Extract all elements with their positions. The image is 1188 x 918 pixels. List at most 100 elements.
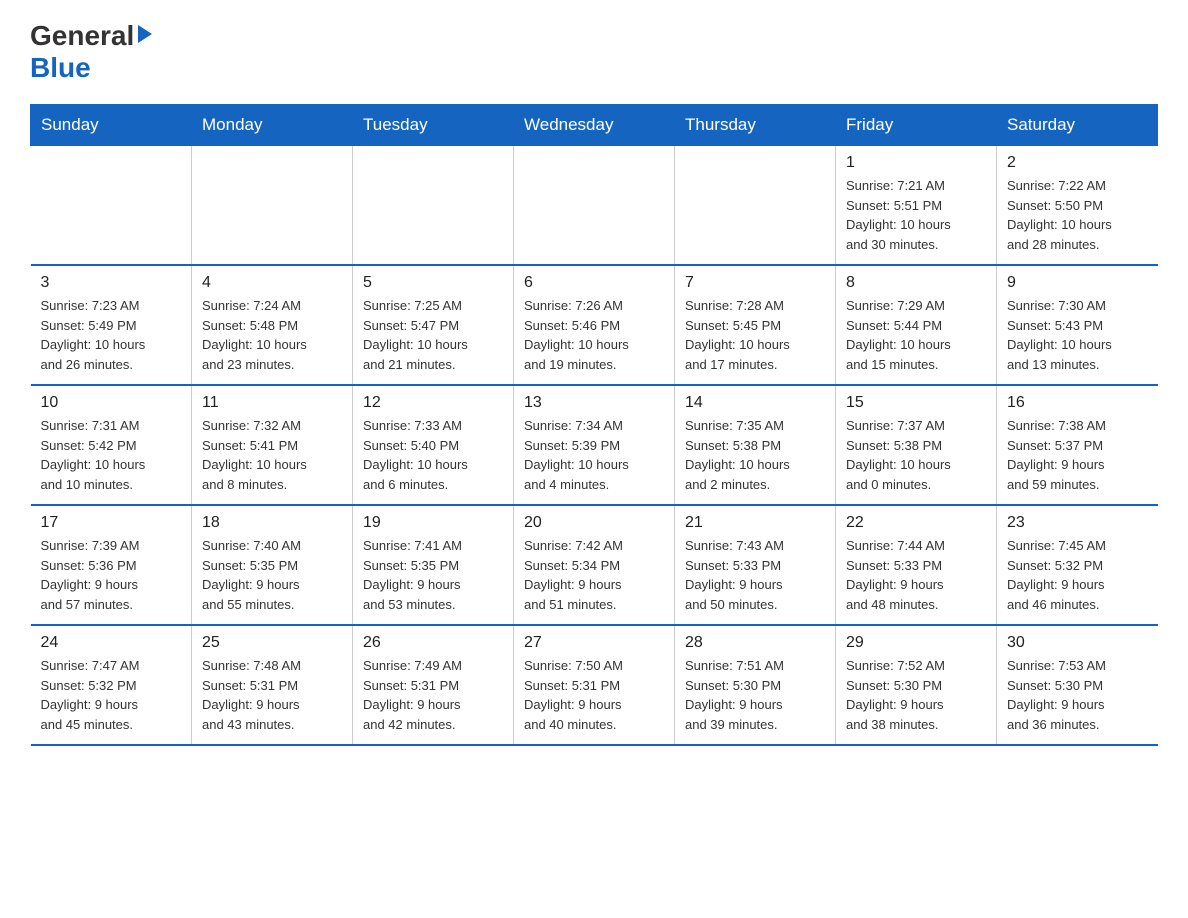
day-info: Sunrise: 7:51 AM Sunset: 5:30 PM Dayligh…	[685, 656, 825, 734]
day-info: Sunrise: 7:21 AM Sunset: 5:51 PM Dayligh…	[846, 176, 986, 254]
day-number: 22	[846, 514, 986, 532]
calendar-week-4: 17 Sunrise: 7:39 AM Sunset: 5:36 PM Dayli…	[31, 505, 1158, 625]
day-info: Sunrise: 7:22 AM Sunset: 5:50 PM Dayligh…	[1007, 176, 1148, 254]
calendar-day: 18 Sunrise: 7:40 AM Sunset: 5:35 PM Dayli…	[192, 505, 353, 625]
calendar-day: 4 Sunrise: 7:24 AM Sunset: 5:48 PM Daylig…	[192, 265, 353, 385]
calendar-day: 12 Sunrise: 7:33 AM Sunset: 5:40 PM Dayli…	[353, 385, 514, 505]
day-number: 11	[202, 394, 342, 412]
day-info: Sunrise: 7:24 AM Sunset: 5:48 PM Dayligh…	[202, 296, 342, 374]
day-number: 13	[524, 394, 664, 412]
calendar-day: 11Sunrise: 7:32 AM Sunset: 5:41 PM Dayli…	[192, 385, 353, 505]
day-number: 4	[202, 274, 342, 292]
calendar-day: 16 Sunrise: 7:38 AM Sunset: 5:37 PM Dayli…	[997, 385, 1158, 505]
day-info: Sunrise: 7:40 AM Sunset: 5:35 PM Dayligh…	[202, 536, 342, 614]
day-number: 6	[524, 274, 664, 292]
day-number: 23	[1007, 514, 1148, 532]
day-number: 19	[363, 514, 503, 532]
calendar-day: 15 Sunrise: 7:37 AM Sunset: 5:38 PM Dayli…	[836, 385, 997, 505]
calendar-week-1: 1 Sunrise: 7:21 AM Sunset: 5:51 PM Daylig…	[31, 146, 1158, 266]
calendar-day: 24 Sunrise: 7:47 AM Sunset: 5:32 PM Dayli…	[31, 625, 192, 745]
day-number: 27	[524, 634, 664, 652]
day-info: Sunrise: 7:41 AM Sunset: 5:35 PM Dayligh…	[363, 536, 503, 614]
day-number: 28	[685, 634, 825, 652]
day-number: 16	[1007, 394, 1148, 412]
calendar-day: 26 Sunrise: 7:49 AM Sunset: 5:31 PM Dayli…	[353, 625, 514, 745]
day-number: 14	[685, 394, 825, 412]
day-number: 12	[363, 394, 503, 412]
calendar-day: 10 Sunrise: 7:31 AM Sunset: 5:42 PM Dayli…	[31, 385, 192, 505]
calendar-day: 2 Sunrise: 7:22 AM Sunset: 5:50 PM Daylig…	[997, 146, 1158, 266]
day-number: 20	[524, 514, 664, 532]
calendar-day	[353, 146, 514, 266]
weekday-header-thursday: Thursday	[675, 105, 836, 146]
calendar-day: 22Sunrise: 7:44 AM Sunset: 5:33 PM Dayli…	[836, 505, 997, 625]
weekday-header-tuesday: Tuesday	[353, 105, 514, 146]
day-info: Sunrise: 7:26 AM Sunset: 5:46 PM Dayligh…	[524, 296, 664, 374]
day-info: Sunrise: 7:35 AM Sunset: 5:38 PM Dayligh…	[685, 416, 825, 494]
day-info: Sunrise: 7:47 AM Sunset: 5:32 PM Dayligh…	[41, 656, 182, 734]
day-number: 10	[41, 394, 182, 412]
day-info: Sunrise: 7:43 AM Sunset: 5:33 PM Dayligh…	[685, 536, 825, 614]
day-info: Sunrise: 7:37 AM Sunset: 5:38 PM Dayligh…	[846, 416, 986, 494]
day-info: Sunrise: 7:31 AM Sunset: 5:42 PM Dayligh…	[41, 416, 182, 494]
day-info: Sunrise: 7:49 AM Sunset: 5:31 PM Dayligh…	[363, 656, 503, 734]
calendar-day: 8 Sunrise: 7:29 AM Sunset: 5:44 PM Daylig…	[836, 265, 997, 385]
logo: General Blue	[30, 20, 152, 84]
calendar-day	[675, 146, 836, 266]
calendar-day	[514, 146, 675, 266]
day-info: Sunrise: 7:39 AM Sunset: 5:36 PM Dayligh…	[41, 536, 182, 614]
calendar-day: 23 Sunrise: 7:45 AM Sunset: 5:32 PM Dayli…	[997, 505, 1158, 625]
weekday-header-wednesday: Wednesday	[514, 105, 675, 146]
day-number: 7	[685, 274, 825, 292]
calendar-day: 25 Sunrise: 7:48 AM Sunset: 5:31 PM Dayli…	[192, 625, 353, 745]
day-number: 18	[202, 514, 342, 532]
day-info: Sunrise: 7:34 AM Sunset: 5:39 PM Dayligh…	[524, 416, 664, 494]
day-number: 17	[41, 514, 182, 532]
calendar-day: 17 Sunrise: 7:39 AM Sunset: 5:36 PM Dayli…	[31, 505, 192, 625]
weekday-header-monday: Monday	[192, 105, 353, 146]
day-info: Sunrise: 7:48 AM Sunset: 5:31 PM Dayligh…	[202, 656, 342, 734]
day-number: 2	[1007, 154, 1148, 172]
day-number: 29	[846, 634, 986, 652]
day-number: 25	[202, 634, 342, 652]
calendar-week-2: 3 Sunrise: 7:23 AM Sunset: 5:49 PM Daylig…	[31, 265, 1158, 385]
calendar-day: 19 Sunrise: 7:41 AM Sunset: 5:35 PM Dayli…	[353, 505, 514, 625]
calendar-day: 5Sunrise: 7:25 AM Sunset: 5:47 PM Daylig…	[353, 265, 514, 385]
weekday-header-saturday: Saturday	[997, 105, 1158, 146]
day-info: Sunrise: 7:38 AM Sunset: 5:37 PM Dayligh…	[1007, 416, 1148, 494]
weekday-header-sunday: Sunday	[31, 105, 192, 146]
weekday-header-row: SundayMondayTuesdayWednesdayThursdayFrid…	[31, 105, 1158, 146]
day-info: Sunrise: 7:33 AM Sunset: 5:40 PM Dayligh…	[363, 416, 503, 494]
day-number: 9	[1007, 274, 1148, 292]
weekday-header-friday: Friday	[836, 105, 997, 146]
day-info: Sunrise: 7:53 AM Sunset: 5:30 PM Dayligh…	[1007, 656, 1148, 734]
day-info: Sunrise: 7:28 AM Sunset: 5:45 PM Dayligh…	[685, 296, 825, 374]
day-number: 21	[685, 514, 825, 532]
logo-general-text: General	[30, 20, 134, 52]
day-info: Sunrise: 7:23 AM Sunset: 5:49 PM Dayligh…	[41, 296, 182, 374]
day-number: 8	[846, 274, 986, 292]
calendar-day: 6 Sunrise: 7:26 AM Sunset: 5:46 PM Daylig…	[514, 265, 675, 385]
calendar-day: 7 Sunrise: 7:28 AM Sunset: 5:45 PM Daylig…	[675, 265, 836, 385]
calendar-day: 21 Sunrise: 7:43 AM Sunset: 5:33 PM Dayli…	[675, 505, 836, 625]
calendar-day: 1 Sunrise: 7:21 AM Sunset: 5:51 PM Daylig…	[836, 146, 997, 266]
day-number: 30	[1007, 634, 1148, 652]
calendar-week-3: 10 Sunrise: 7:31 AM Sunset: 5:42 PM Dayli…	[31, 385, 1158, 505]
calendar-week-5: 24 Sunrise: 7:47 AM Sunset: 5:32 PM Dayli…	[31, 625, 1158, 745]
calendar-day: 14 Sunrise: 7:35 AM Sunset: 5:38 PM Dayli…	[675, 385, 836, 505]
day-info: Sunrise: 7:30 AM Sunset: 5:43 PM Dayligh…	[1007, 296, 1148, 374]
page-header: General Blue	[30, 20, 1158, 84]
day-number: 15	[846, 394, 986, 412]
logo-triangle-icon	[138, 25, 152, 43]
day-number: 26	[363, 634, 503, 652]
day-info: Sunrise: 7:45 AM Sunset: 5:32 PM Dayligh…	[1007, 536, 1148, 614]
calendar-day: 9 Sunrise: 7:30 AM Sunset: 5:43 PM Daylig…	[997, 265, 1158, 385]
day-number: 24	[41, 634, 182, 652]
calendar-day: 30 Sunrise: 7:53 AM Sunset: 5:30 PM Dayli…	[997, 625, 1158, 745]
day-info: Sunrise: 7:52 AM Sunset: 5:30 PM Dayligh…	[846, 656, 986, 734]
calendar-day	[192, 146, 353, 266]
logo-blue-text: Blue	[30, 52, 91, 83]
day-info: Sunrise: 7:29 AM Sunset: 5:44 PM Dayligh…	[846, 296, 986, 374]
day-number: 1	[846, 154, 986, 172]
day-number: 3	[41, 274, 182, 292]
